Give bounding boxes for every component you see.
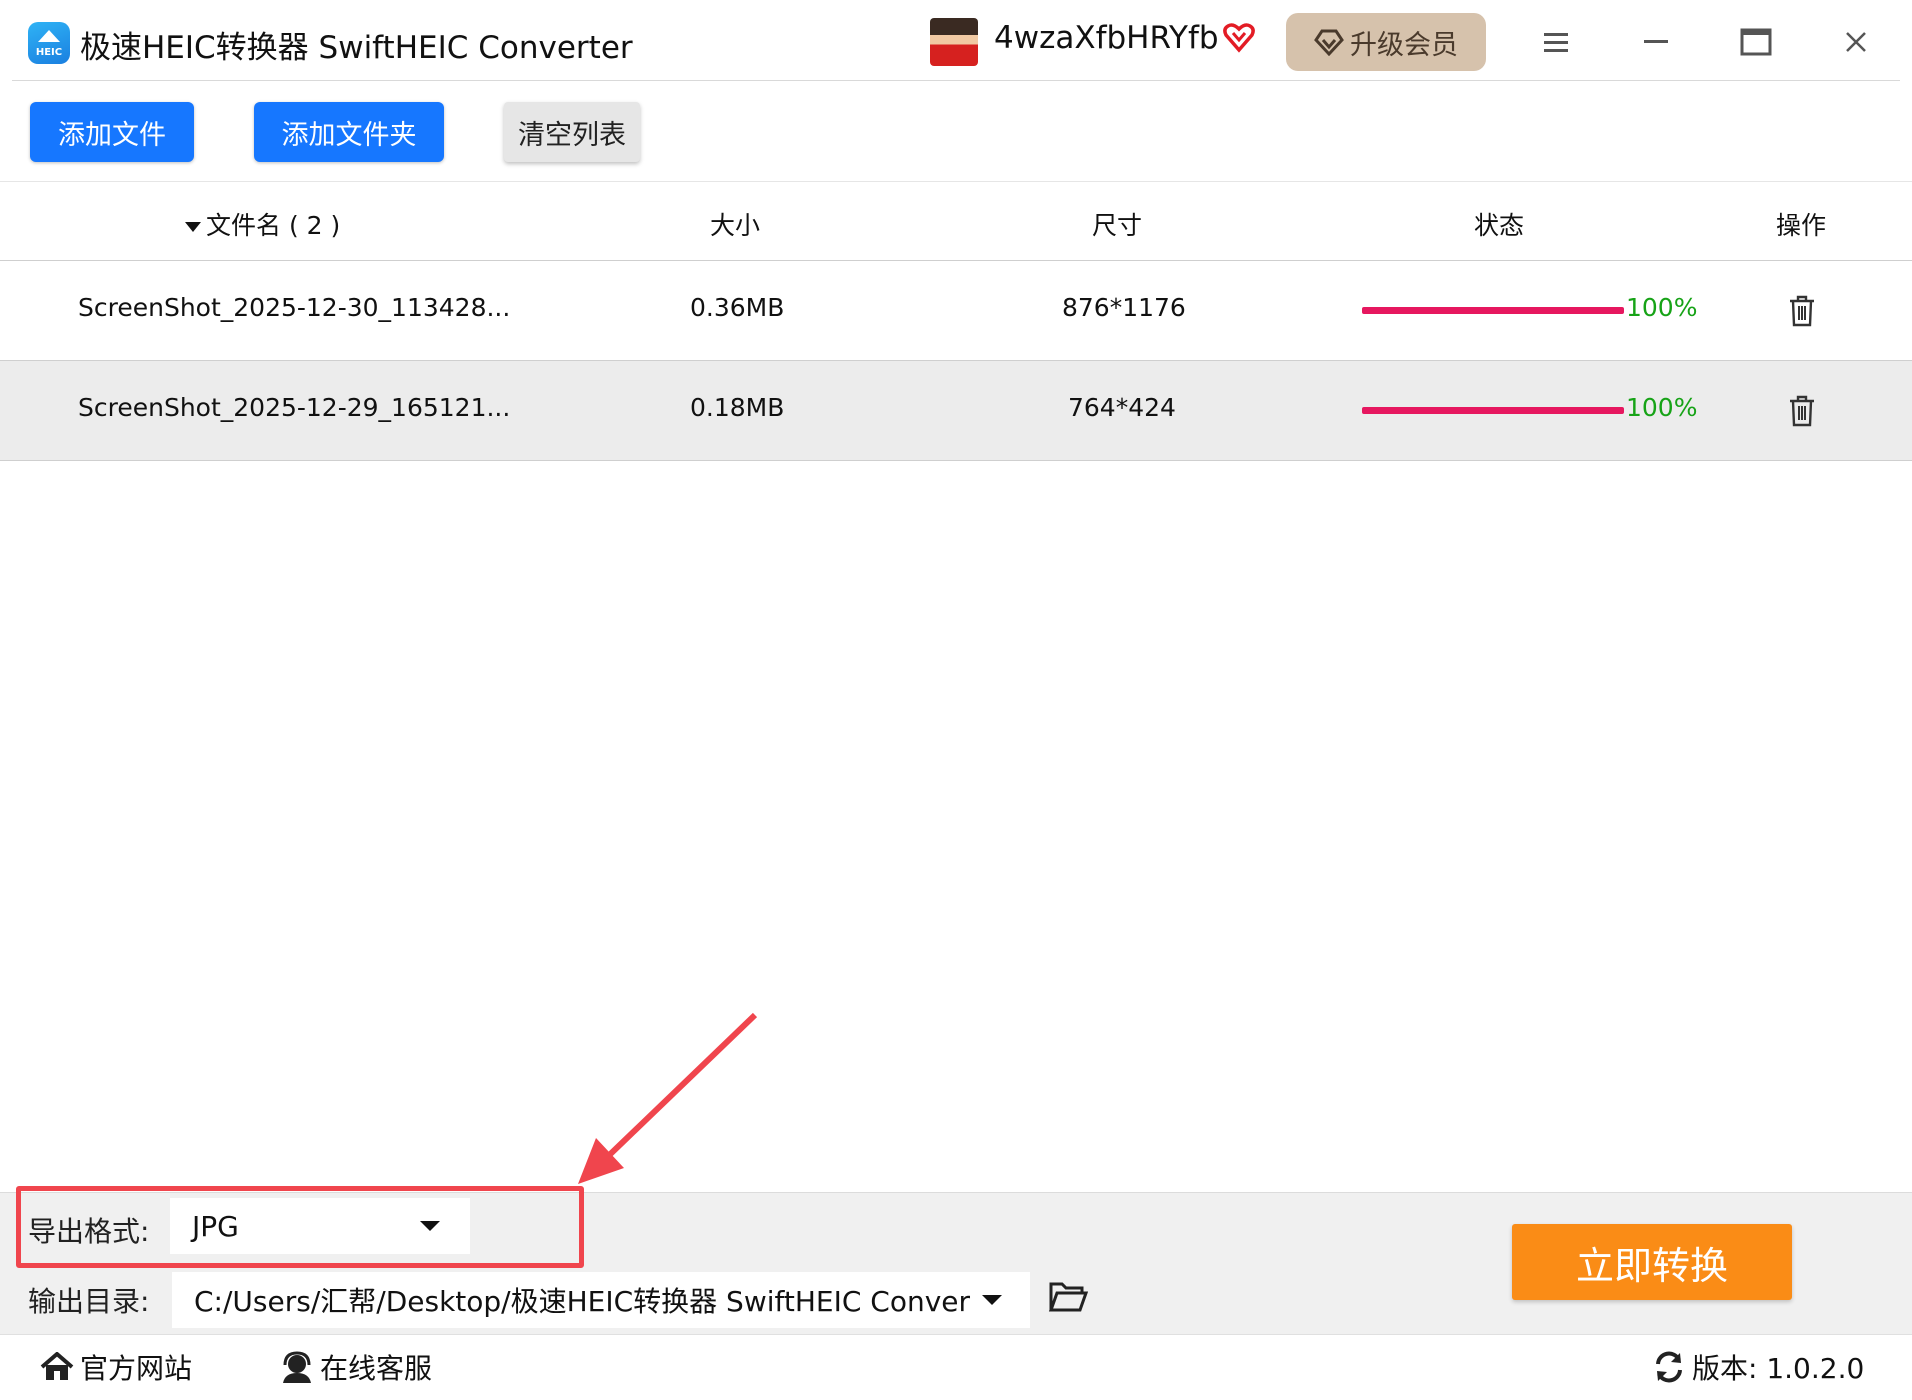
- headset-icon: [283, 1351, 311, 1383]
- chevron-down-icon: [982, 1295, 1002, 1305]
- version-info[interactable]: 版本: 1.0.2.0: [1652, 1347, 1864, 1387]
- output-dir-label: 输出目录:: [28, 1285, 150, 1318]
- highlight-box: [16, 1186, 584, 1268]
- official-website-link[interactable]: 官方网站: [40, 1347, 192, 1387]
- refresh-icon: [1656, 1351, 1682, 1383]
- website-label: 官方网站: [80, 1352, 193, 1385]
- folder-open-icon[interactable]: [1048, 1280, 1088, 1314]
- home-icon: [40, 1352, 74, 1380]
- convert-now-button[interactable]: 立即转换: [1512, 1224, 1792, 1300]
- online-support-link[interactable]: 在线客服: [280, 1347, 432, 1387]
- output-dir-select[interactable]: C:/Users/汇帮/Desktop/极速HEIC转换器 SwiftHEIC …: [172, 1272, 1030, 1328]
- footer: 官方网站 在线客服 版本: 1.0.2.0: [0, 1334, 1912, 1400]
- output-dir-value: C:/Users/汇帮/Desktop/极速HEIC转换器 SwiftHEIC …: [194, 1285, 971, 1318]
- support-label: 在线客服: [320, 1352, 433, 1385]
- version-label: 版本: 1.0.2.0: [1692, 1352, 1865, 1385]
